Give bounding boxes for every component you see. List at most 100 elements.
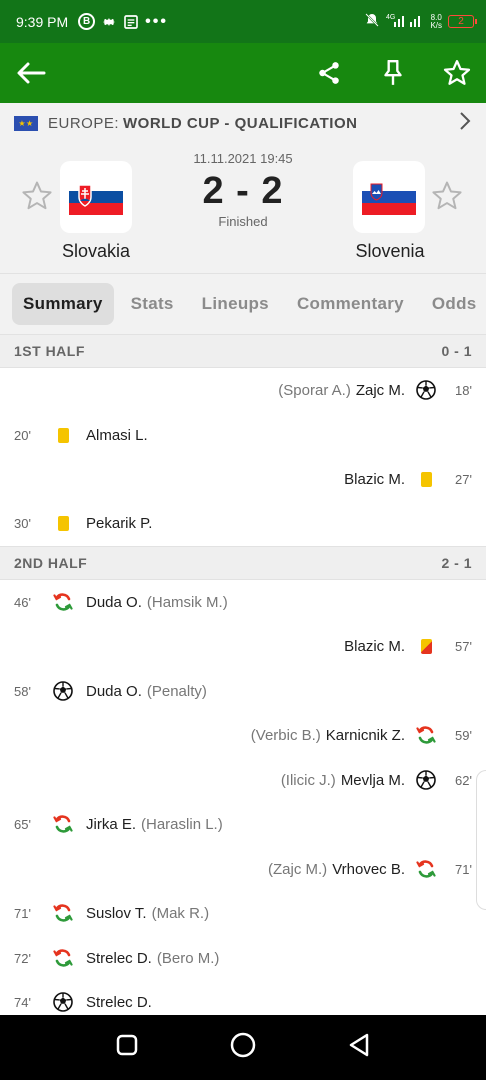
share-button[interactable] [314, 58, 344, 88]
incident-player[interactable]: Strelec D. [86, 950, 152, 967]
tab-bar: Summary Stats Lineups Commentary Odds [0, 274, 486, 335]
incident-player[interactable]: Strelec D. [86, 994, 152, 1011]
incident-row[interactable]: 58' Duda O. (Penalty) [0, 669, 486, 713]
half-label: 2ND HALF [14, 555, 88, 571]
incident-row[interactable]: 20' Almasi L. [0, 413, 486, 457]
incident-player[interactable]: Duda O. [86, 683, 142, 700]
incident-player[interactable]: Blazic M. [344, 638, 405, 655]
status-bar: 9:39 PM B ••• 4G 8.0 K/s 2 [0, 0, 486, 43]
incident-minute: 27' [455, 471, 472, 487]
incident-row[interactable]: (Zajc M.) Vrhovec B. 71' [0, 847, 486, 891]
incident-player[interactable]: Suslov T. [86, 905, 147, 922]
substitution-icon [52, 591, 74, 613]
triangle-back-icon [349, 1033, 369, 1057]
incident-player[interactable]: Duda O. [86, 594, 142, 611]
more-notifications-icon: ••• [145, 12, 168, 30]
match-status: Finished [218, 214, 268, 229]
substitution-icon [415, 858, 437, 880]
home-favorite-button[interactable] [20, 179, 54, 213]
news-icon [123, 14, 139, 30]
recent-apps-button[interactable] [115, 1033, 139, 1062]
incident-player[interactable]: Blazic M. [344, 471, 405, 488]
system-nav-bar [0, 1015, 486, 1080]
away-team-name[interactable]: Slovenia [320, 241, 460, 262]
incident-assist: (Penalty) [146, 682, 207, 700]
incident-minute: 65' [14, 816, 31, 832]
incident-player[interactable]: Pekarik P. [86, 515, 152, 532]
score-block: 11.11.2021 19:45 2 - 2 Finished [163, 151, 323, 229]
incident-row[interactable]: 65' Jirka E. (Haraslin L.) [0, 802, 486, 846]
incident-assist: (Haraslin L.) [141, 815, 223, 833]
pin-button[interactable] [378, 58, 408, 88]
tab-odds[interactable]: Odds [421, 283, 486, 325]
incident-player[interactable]: Vrhovec B. [332, 861, 405, 878]
pin-icon [384, 59, 402, 85]
yellow-card-icon [52, 512, 74, 534]
tab-lineups[interactable]: Lineups [191, 283, 280, 325]
chevron-right-icon [458, 111, 472, 135]
incident-row[interactable]: 71' Suslov T. (Mak R.) [0, 891, 486, 935]
incident-row[interactable]: 30' Pekarik P. [0, 501, 486, 545]
incident-minute: 57' [455, 638, 472, 654]
incident-minute: 30' [14, 515, 31, 531]
incident-player[interactable]: Karnicnik Z. [326, 727, 405, 744]
slovenia-flag-icon [362, 179, 416, 215]
substitution-icon [52, 902, 74, 924]
incident-player[interactable]: Zajc M. [356, 382, 405, 399]
b-app-icon: B [78, 13, 96, 30]
incident-assist: (Verbic B.) [250, 726, 321, 744]
incident-player[interactable]: Jirka E. [86, 816, 136, 833]
incident-row[interactable]: 46' Duda O. (Hamsik M.) [0, 580, 486, 624]
competition-name: WORLD CUP - QUALIFICATION [123, 114, 358, 132]
incident-row[interactable]: 72' Strelec D. (Bero M.) [0, 936, 486, 980]
incident-player[interactable]: Almasi L. [86, 427, 148, 444]
incident-row[interactable]: (Sporar A.) Zajc M. 18' [0, 368, 486, 412]
incident-minute: 71' [14, 905, 31, 921]
signal-icon: 4G [386, 12, 424, 31]
home-team-name[interactable]: Slovakia [26, 241, 166, 262]
soccer-ball-icon [52, 680, 74, 702]
half-header-first: 1ST HALF 0 - 1 [0, 334, 486, 368]
half-score: 2 - 1 [441, 555, 472, 571]
app-bar [0, 43, 486, 103]
incident-player[interactable]: Mevlja M. [341, 772, 405, 789]
incident-minute: 62' [455, 772, 472, 788]
back-nav-button[interactable] [347, 1032, 371, 1063]
incident-assist: (Ilicic J.) [280, 771, 336, 789]
substitution-icon [52, 813, 74, 835]
match-datetime: 11.11.2021 19:45 [193, 151, 293, 166]
mute-icon [364, 12, 380, 31]
incident-minute: 59' [455, 727, 472, 743]
favorite-button[interactable] [442, 58, 472, 88]
scroll-handle[interactable] [476, 770, 486, 910]
incident-minute: 20' [14, 427, 31, 443]
star-outline-icon [22, 181, 52, 210]
back-button[interactable] [14, 56, 48, 90]
battery-icon: 2 [448, 15, 477, 28]
star-outline-icon [443, 60, 471, 85]
competition-row[interactable]: ★★ EUROPE: WORLD CUP - QUALIFICATION [0, 103, 486, 143]
incident-minute: 74' [14, 994, 31, 1010]
incident-row[interactable]: (Ilicic J.) Mevlja M. 62' [0, 758, 486, 802]
tab-summary[interactable]: Summary [12, 283, 114, 325]
incident-row[interactable]: (Verbic B.) Karnicnik Z. 59' [0, 713, 486, 757]
away-favorite-button[interactable] [430, 179, 464, 213]
status-time: 9:39 PM [16, 13, 69, 30]
match-score: 2 - 2 [202, 170, 284, 212]
soccer-ball-icon [415, 769, 437, 791]
away-team-logo[interactable] [353, 161, 425, 233]
home-button[interactable] [229, 1031, 257, 1064]
half-score: 0 - 1 [441, 343, 472, 359]
yellow-card-icon [415, 468, 437, 490]
incident-assist: (Mak R.) [151, 904, 210, 922]
tab-stats[interactable]: Stats [120, 283, 185, 325]
incident-row[interactable]: Blazic M. 27' [0, 457, 486, 501]
soccer-ball-icon [415, 379, 437, 401]
square-icon [116, 1034, 138, 1056]
incident-minute: 18' [455, 382, 472, 398]
incident-row[interactable]: Blazic M. 57' [0, 624, 486, 668]
tab-commentary[interactable]: Commentary [286, 283, 415, 325]
share-icon [319, 62, 339, 84]
gear-icon [101, 14, 117, 30]
home-team-logo[interactable] [60, 161, 132, 233]
